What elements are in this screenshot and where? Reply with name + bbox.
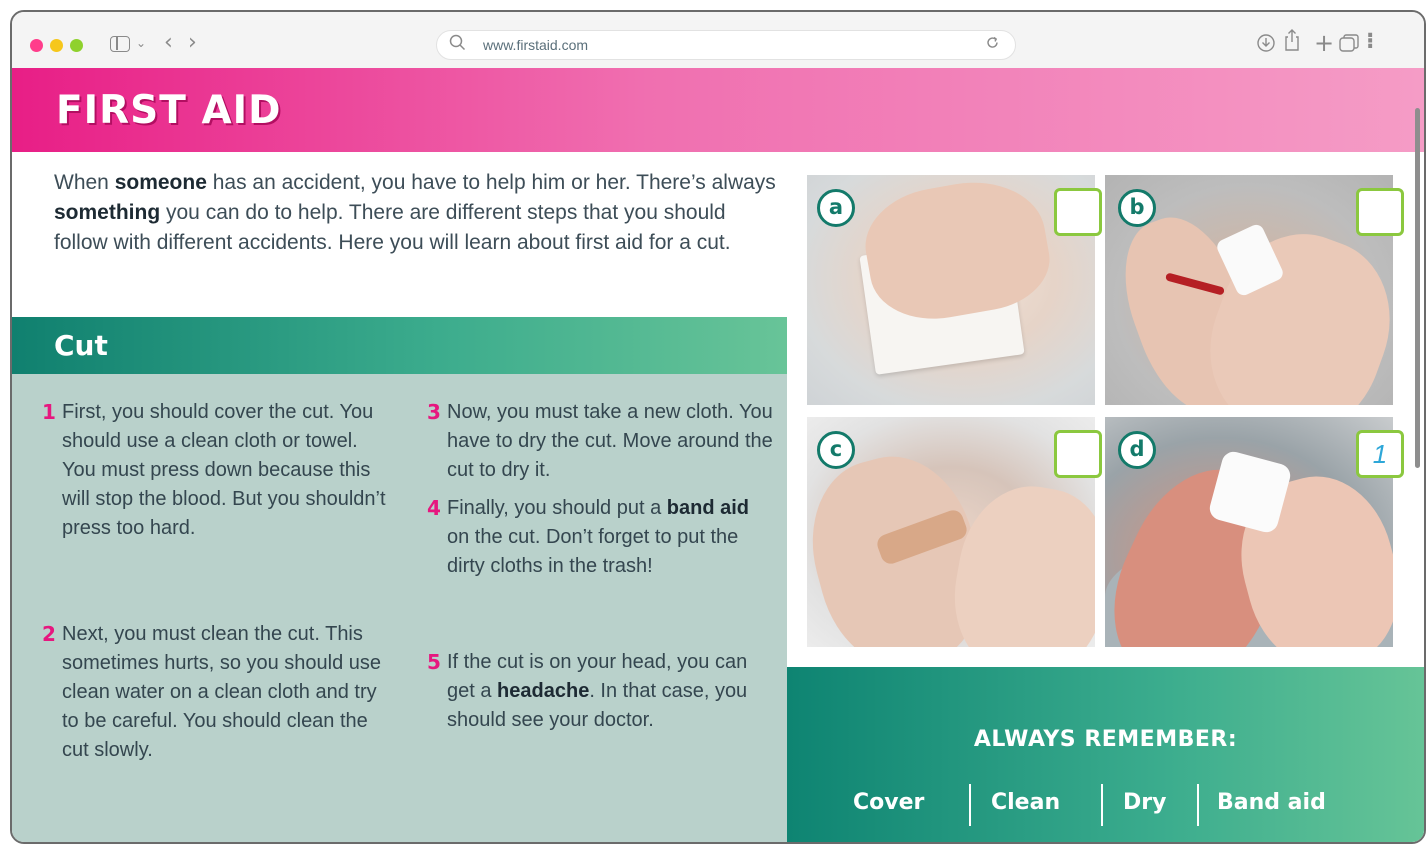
photo-b-label: b (1118, 189, 1156, 227)
remember-word-clean: Clean (991, 790, 1061, 815)
step-text: Now, you must take a new cloth. You have… (447, 401, 773, 481)
always-remember-panel: ALWAYS REMEMBER: Cover Clean Dry Band ai… (787, 667, 1424, 842)
step-text: First, you should cover the cut. You sho… (62, 401, 386, 539)
step-number: 3 (427, 400, 441, 424)
back-icon[interactable]: ‹ (164, 30, 173, 55)
divider (969, 784, 971, 826)
forward-icon[interactable]: › (188, 30, 197, 55)
more-icon[interactable]: ⁝ (1366, 29, 1374, 54)
new-tab-icon[interactable]: + (1314, 29, 1334, 57)
section-title: Cut (54, 329, 108, 362)
scrollbar[interactable] (1415, 108, 1420, 468)
step-number: 4 (427, 496, 441, 520)
minimize-window-button[interactable] (50, 39, 63, 52)
chevron-down-icon[interactable]: ⌄ (136, 36, 146, 50)
step-3: 3 Now, you must take a new cloth. You ha… (427, 398, 777, 485)
page-title: FIRST AID (56, 88, 282, 133)
url-text[interactable]: www.firstaid.com (483, 37, 588, 53)
address-bar[interactable]: www.firstaid.com (436, 30, 1016, 60)
answer-box-d[interactable]: 1 (1356, 430, 1404, 478)
close-window-button[interactable] (30, 39, 43, 52)
zoom-window-button[interactable] (70, 39, 83, 52)
page-header: FIRST AID (12, 68, 1424, 152)
step-4: 4 Finally, you should put a band aid on … (427, 496, 749, 577)
photo-c-label: c (817, 431, 855, 469)
remember-title: ALWAYS REMEMBER: (973, 727, 1238, 752)
photo-d-label: d (1118, 431, 1156, 469)
answer-box-a[interactable] (1054, 188, 1102, 236)
step-1: 1 First, you should cover the cut. You s… (42, 398, 392, 543)
step-number: 2 (42, 622, 56, 646)
answer-box-c[interactable] (1054, 430, 1102, 478)
step-number: 1 (42, 400, 56, 424)
download-icon[interactable] (1256, 33, 1276, 58)
divider (1197, 784, 1199, 826)
intro-paragraph: When someone has an accident, you have t… (54, 171, 776, 254)
steps-panel: 1 First, you should cover the cut. You s… (12, 374, 787, 842)
step-5: 5 If the cut is on your head, you can ge… (427, 650, 748, 731)
keyword-band-aid: band aid (666, 497, 749, 519)
section-header: Cut (12, 317, 787, 374)
step-text: Next, you must clean the cut. This somet… (62, 623, 382, 761)
reload-icon[interactable] (984, 34, 1001, 56)
divider (1101, 784, 1103, 826)
photo-panel: a b c d 1 ALWAYS REMEMBER: Cover Clean D… (787, 152, 1424, 842)
remember-word-cover: Cover (853, 790, 925, 815)
intro-text: When someone has an accident, you have t… (12, 152, 787, 317)
search-icon (449, 34, 466, 56)
browser-window: ⌄ ‹ › www.firstaid.com + ⁝ FIRST AID Whe… (10, 10, 1426, 844)
photo-grid: a b c d 1 (787, 152, 1424, 667)
browser-toolbar: ⌄ ‹ › www.firstaid.com + ⁝ (12, 12, 1424, 68)
step-2: 2 Next, you must clean the cut. This som… (42, 620, 392, 765)
sidebar-icon[interactable] (110, 36, 130, 52)
answer-box-b[interactable] (1356, 188, 1404, 236)
remember-word-dry: Dry (1123, 790, 1167, 815)
photo-a-label: a (817, 189, 855, 227)
tabs-icon[interactable] (1338, 33, 1360, 58)
keyword-headache: headache (497, 680, 590, 702)
step-number: 5 (427, 650, 441, 674)
share-icon[interactable] (1282, 28, 1302, 57)
remember-word-band-aid: Band aid (1217, 790, 1326, 815)
